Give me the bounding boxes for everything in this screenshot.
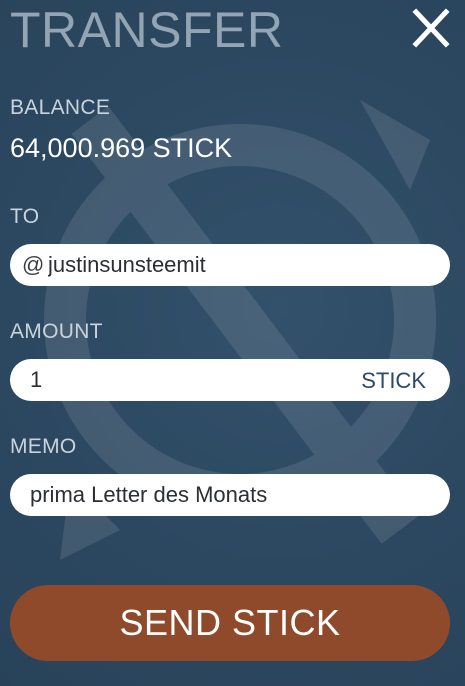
amount-input[interactable] <box>30 359 330 401</box>
page-title: TRANSFER <box>10 2 284 58</box>
memo-field[interactable] <box>10 474 450 516</box>
transfer-dialog: TRANSFER BALANCE 64,000.969 STICK TO @ A… <box>0 0 465 686</box>
amount-currency: STICK <box>361 368 426 393</box>
close-button[interactable] <box>411 8 451 48</box>
memo-label: MEMO <box>10 435 77 458</box>
recipient-input[interactable] <box>48 244 438 286</box>
amount-field[interactable]: STICK <box>10 359 450 401</box>
at-sign-prefix: @ <box>22 252 45 277</box>
to-field[interactable]: @ <box>10 244 450 286</box>
memo-input[interactable] <box>30 474 435 516</box>
to-label: TO <box>10 205 40 228</box>
amount-label: AMOUNT <box>10 320 103 343</box>
close-icon <box>412 8 450 48</box>
balance-label: BALANCE <box>10 96 111 119</box>
balance-value: 64,000.969 STICK <box>10 133 233 163</box>
send-button[interactable]: SEND STICK <box>10 585 450 661</box>
